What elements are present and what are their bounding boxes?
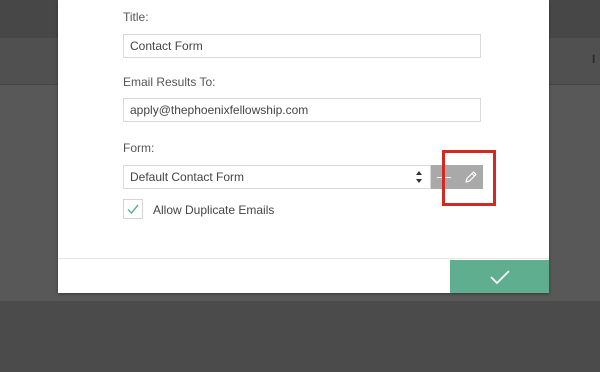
checkmark-icon — [489, 269, 510, 284]
confirm-button[interactable] — [450, 260, 549, 293]
contact-form-dialog: Title: Email Results To: Form: Default C… — [58, 0, 549, 293]
allow-duplicates-checkbox[interactable] — [123, 199, 143, 219]
email-results-input[interactable] — [123, 98, 481, 122]
background-bottom — [0, 301, 600, 372]
annotation-highlight-box — [442, 150, 496, 206]
allow-duplicates-label: Allow Duplicate Emails — [153, 203, 275, 217]
checkmark-icon — [127, 204, 139, 215]
form-select-value: Default Contact Form — [130, 170, 245, 184]
email-results-label: Email Results To: — [123, 75, 216, 89]
updown-arrows-icon — [416, 171, 422, 183]
form-label: Form: — [123, 141, 155, 155]
title-input[interactable] — [123, 34, 481, 58]
form-select[interactable]: Default Contact Form — [123, 165, 431, 189]
footer-divider — [58, 258, 549, 259]
title-label: Title: — [123, 10, 149, 24]
background-header-text: I — [592, 52, 596, 66]
